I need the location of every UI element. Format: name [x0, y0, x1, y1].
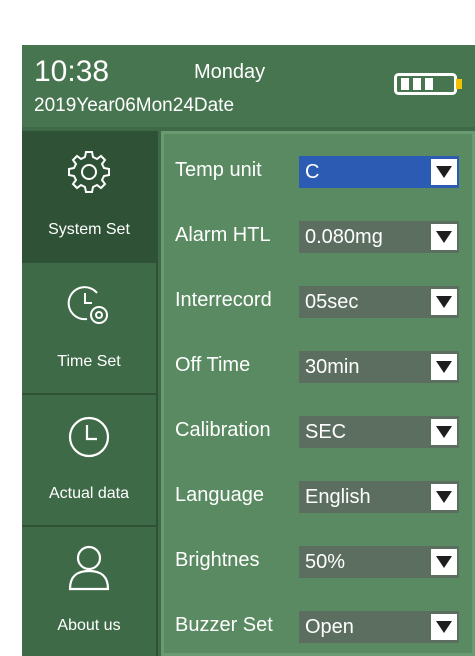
- select-value: English: [305, 485, 371, 508]
- buzzer-set-select[interactable]: Open: [299, 611, 459, 643]
- setting-label: Interrecord: [175, 289, 272, 311]
- setting-label: Brightnes: [175, 549, 260, 571]
- status-bar: 10:38 Monday 2019Year06Mon24Date: [22, 45, 475, 127]
- sidebar-item-label: Actual data: [48, 485, 130, 502]
- calibration-select[interactable]: SEC: [299, 416, 459, 448]
- setting-row-temp-unit: Temp unit C: [164, 155, 464, 189]
- setting-row-interrecord: Interrecord 05sec: [164, 285, 464, 319]
- select-value: 30min: [305, 355, 360, 378]
- sidebar-item-system-set[interactable]: System Set: [22, 131, 158, 261]
- setting-row-calibration: Calibration SEC: [164, 415, 464, 449]
- sidebar-item-label: Time Set: [57, 353, 121, 370]
- sidebar-item-actual-data[interactable]: Actual data: [22, 395, 158, 525]
- chevron-down-icon[interactable]: [431, 159, 457, 185]
- off-time-select[interactable]: 30min: [299, 351, 459, 383]
- select-value: 0.080mg: [305, 225, 383, 248]
- chevron-down-icon[interactable]: [431, 354, 457, 380]
- select-value: SEC: [305, 420, 347, 443]
- chevron-down-icon[interactable]: [431, 614, 457, 640]
- chevron-down-icon[interactable]: [431, 419, 457, 445]
- temp-unit-select[interactable]: C: [299, 156, 459, 188]
- date: 2019Year06Mon24Date: [34, 95, 235, 116]
- select-value: C: [305, 160, 320, 183]
- clock-time: 10:38: [34, 55, 110, 88]
- gear-icon: [68, 151, 110, 193]
- setting-row-buzzer-set: Buzzer Set Open: [164, 610, 464, 644]
- chevron-down-icon[interactable]: [431, 549, 457, 575]
- language-select[interactable]: English: [299, 481, 459, 513]
- clock-gear-icon: [67, 286, 108, 324]
- clock-icon: [68, 416, 110, 458]
- setting-label: Calibration: [175, 419, 271, 441]
- sidebar-item-about-us[interactable]: About us: [22, 527, 158, 656]
- sidebar-item-label: System Set: [48, 221, 130, 238]
- brightness-select[interactable]: 50%: [299, 546, 459, 578]
- weekday: Monday: [194, 61, 266, 83]
- settings-panel: Temp unit C Alarm HTL 0.080mg Interrecor…: [161, 131, 475, 656]
- setting-label: Temp unit: [175, 159, 262, 181]
- setting-row-off-time: Off Time 30min: [164, 350, 464, 384]
- sidebar-item-time-set[interactable]: Time Set: [22, 263, 158, 393]
- alarm-htl-select[interactable]: 0.080mg: [299, 221, 459, 253]
- select-value: 50%: [305, 550, 346, 573]
- battery-icon: [394, 73, 462, 95]
- setting-row-alarm-htl: Alarm HTL 0.080mg: [164, 220, 464, 254]
- select-value: Open: [305, 615, 354, 638]
- chevron-down-icon[interactable]: [431, 484, 457, 510]
- setting-label: Alarm HTL: [175, 224, 271, 246]
- device-screen: 10:38 Monday 2019Year06Mon24Date System …: [22, 45, 475, 656]
- user-icon: [68, 545, 110, 591]
- setting-row-brightness: Brightnes 50%: [164, 545, 464, 579]
- chevron-down-icon[interactable]: [431, 224, 457, 250]
- setting-label: Buzzer Set: [175, 614, 273, 636]
- select-value: 05sec: [305, 290, 359, 313]
- interrecord-select[interactable]: 05sec: [299, 286, 459, 318]
- setting-row-language: Language English: [164, 480, 464, 514]
- setting-label: Off Time: [175, 354, 251, 376]
- sidebar-item-label: About us: [57, 617, 121, 634]
- chevron-down-icon[interactable]: [431, 289, 457, 315]
- sidebar: System Set Time Set Actual data About us: [22, 131, 158, 656]
- setting-label: Language: [175, 484, 264, 506]
